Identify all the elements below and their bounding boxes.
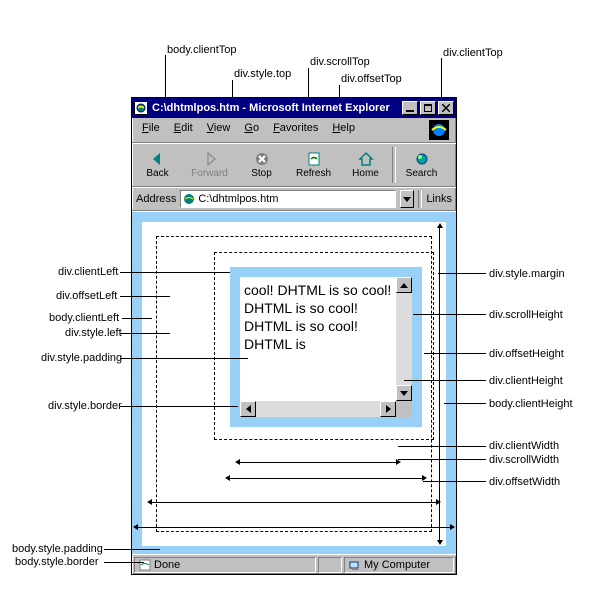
address-field[interactable]: C:\dhtmlpos.htm	[180, 190, 396, 208]
url-icon	[183, 193, 195, 205]
scroll-up-button[interactable]	[396, 277, 412, 293]
menu-favorites[interactable]: Favorites	[267, 120, 324, 140]
div-content: is so cool! DHTML is so cool! DHTML is s…	[244, 277, 396, 353]
stop-button[interactable]: Stop	[236, 145, 288, 185]
ie-logo-icon	[426, 120, 452, 140]
home-button[interactable]: Home	[340, 145, 392, 185]
my-computer-icon	[349, 559, 361, 571]
window-title: C:\dhtmlpos.htm - Microsoft Internet Exp…	[152, 102, 400, 114]
menu-bar: File Edit View Go Favorites Help	[132, 118, 456, 143]
div-inner: is so cool! DHTML is so cool! DHTML is s…	[240, 277, 412, 417]
menu-help[interactable]: Help	[326, 120, 361, 140]
lbl-div-clientHeight: div.clientHeight	[489, 375, 563, 387]
scroll-corner	[396, 401, 412, 417]
scroll-down-button[interactable]	[396, 385, 412, 401]
address-bar: Address C:\dhtmlpos.htm Links	[132, 187, 456, 211]
lbl-body-clientTop: body.clientTop	[167, 44, 237, 56]
lbl-div-scrollWidth: div.scrollWidth	[489, 454, 559, 466]
lbl-div-scrollTop: div.scrollTop	[310, 56, 370, 68]
lbl-body-style-padding: body.style.padding	[12, 543, 103, 555]
close-button[interactable]	[438, 101, 454, 115]
status-slot	[318, 557, 342, 573]
maximize-button[interactable]	[420, 101, 436, 115]
back-button[interactable]: Back	[132, 145, 184, 185]
address-label: Address	[136, 193, 176, 205]
refresh-button[interactable]: Refresh	[288, 145, 340, 185]
search-button[interactable]: Search	[396, 145, 448, 185]
lbl-div-style-border: div.style.border	[48, 400, 122, 412]
lbl-body-style-border: body.style.border	[15, 556, 99, 568]
lbl-div-clientLeft: div.clientLeft	[58, 266, 118, 278]
lbl-body-clientHeight: body.clientHeight	[489, 398, 573, 410]
lbl-div-offsetHeight: div.offsetHeight	[489, 348, 564, 360]
body-border: is so cool! DHTML is so cool! DHTML is s…	[132, 212, 456, 556]
menu-view[interactable]: View	[201, 120, 237, 140]
lbl-div-clientWidth: div.clientWidth	[489, 440, 559, 452]
demo-div: is so cool! DHTML is so cool! DHTML is s…	[230, 267, 422, 427]
scroll-right-button[interactable]	[380, 401, 396, 417]
lbl-div-style-padding: div.style.padding	[41, 352, 122, 364]
lbl-div-scrollHeight: div.scrollHeight	[489, 309, 563, 321]
minimize-button[interactable]	[402, 101, 418, 115]
lbl-div-style-top: div.style.top	[234, 68, 291, 80]
ie-doc-icon	[134, 101, 148, 115]
menu-go[interactable]: Go	[238, 120, 265, 140]
browser-window: C:\dhtmlpos.htm - Microsoft Internet Exp…	[131, 97, 457, 575]
menu-edit[interactable]: Edit	[168, 120, 199, 140]
scroll-left-button[interactable]	[240, 401, 256, 417]
lbl-div-offsetTop: div.offsetTop	[341, 73, 402, 85]
h-scrollbar[interactable]	[240, 401, 396, 417]
address-text: C:\dhtmlpos.htm	[198, 193, 278, 205]
forward-button[interactable]: Forward	[184, 145, 236, 185]
lbl-div-offsetLeft: div.offsetLeft	[56, 290, 117, 302]
menu-file[interactable]: File	[136, 120, 166, 140]
address-dropdown[interactable]	[400, 190, 414, 208]
lbl-div-offsetWidth: div.offsetWidth	[489, 476, 560, 488]
toolbar: Back Forward Stop Refresh Home Search	[132, 143, 456, 187]
status-bar: Done My Computer	[132, 554, 456, 574]
content-area: is so cool! DHTML is so cool! DHTML is s…	[132, 211, 456, 556]
done-icon	[139, 559, 151, 571]
links-label[interactable]: Links	[426, 193, 452, 205]
status-done: Done	[134, 557, 316, 573]
diagram-stage: body.clientTop div.style.top div.scrollT…	[0, 0, 609, 602]
lbl-body-clientLeft: body.clientLeft	[49, 312, 119, 324]
v-scrollbar[interactable]	[396, 277, 412, 401]
page-body: is so cool! DHTML is so cool! DHTML is s…	[142, 222, 446, 546]
lbl-div-style-margin: div.style.margin	[489, 268, 565, 280]
lbl-div-clientTop: div.clientTop	[443, 47, 503, 59]
title-bar: C:\dhtmlpos.htm - Microsoft Internet Exp…	[132, 98, 456, 118]
status-zone: My Computer	[344, 557, 454, 573]
lbl-div-style-left: div.style.left	[65, 327, 122, 339]
